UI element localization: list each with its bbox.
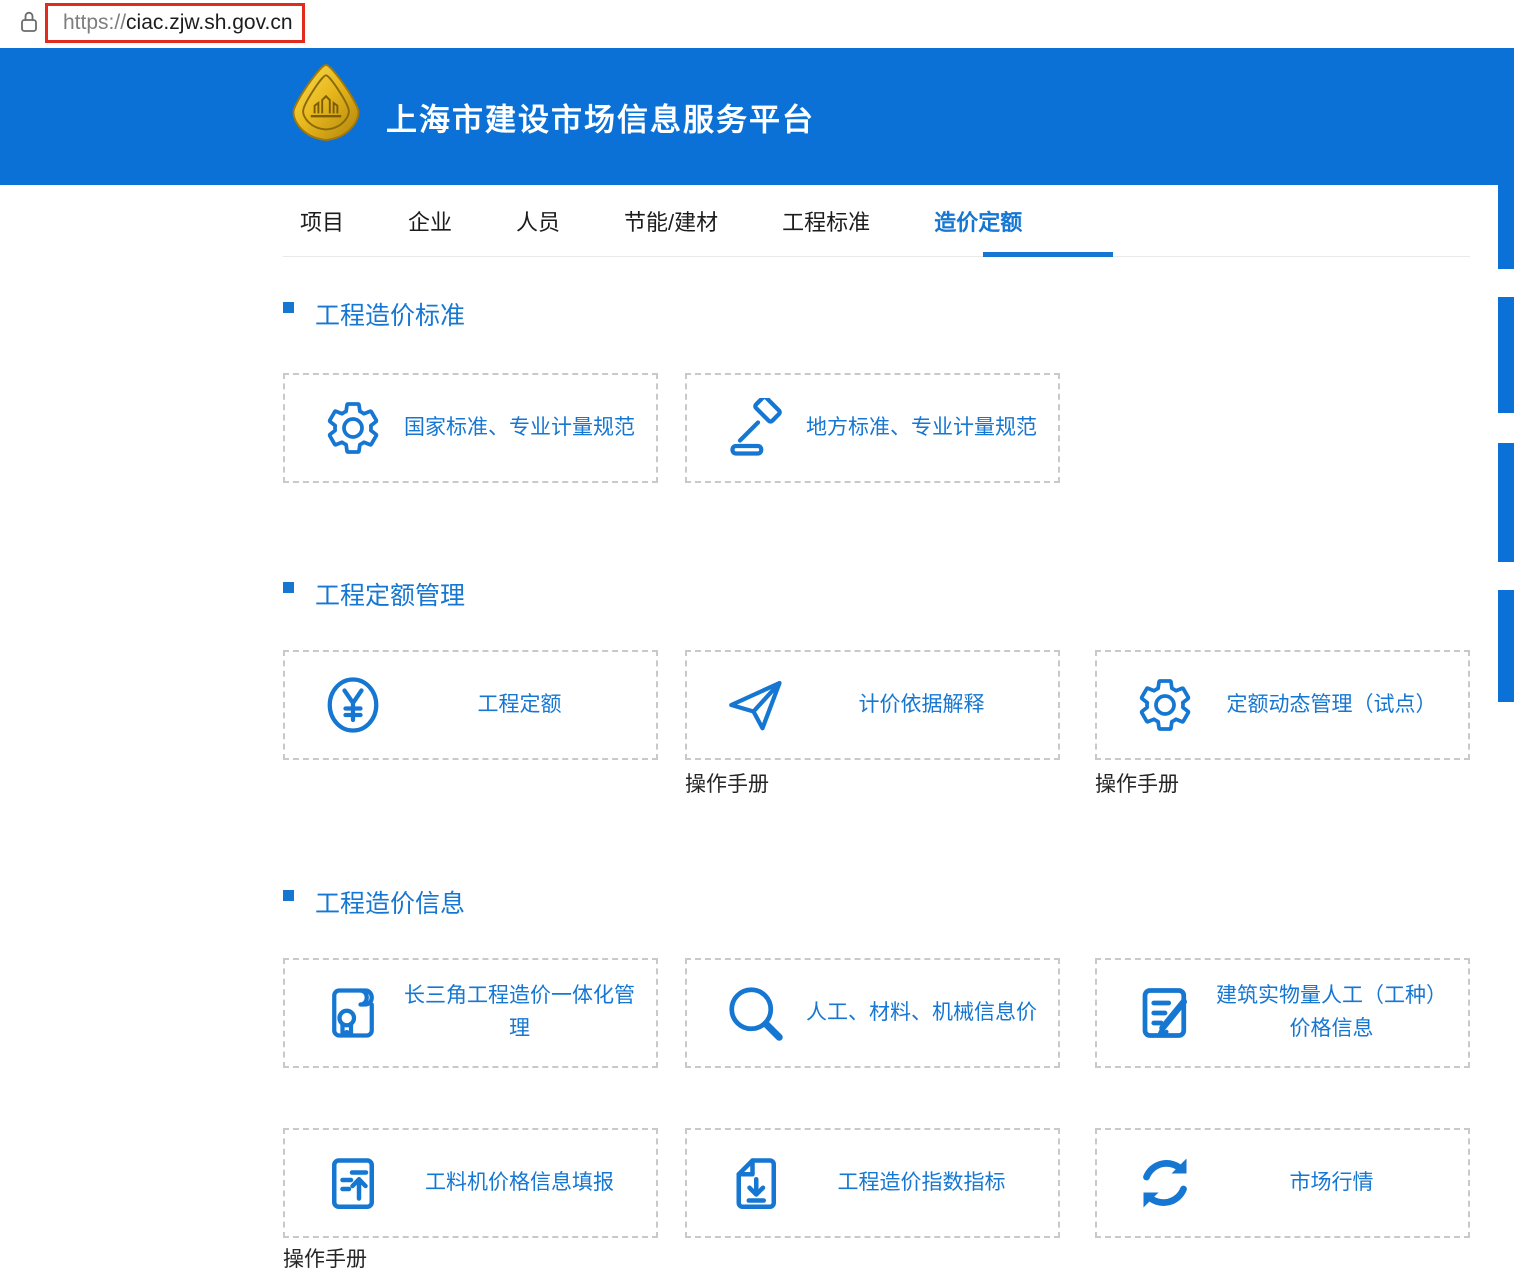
tab-personnel[interactable]: 人员	[516, 205, 560, 237]
card-physical-labor-price-info[interactable]: 建筑实物量人工（工种）价格信息	[1095, 958, 1470, 1068]
card-price-info-filling[interactable]: 工料机价格信息填报	[283, 1128, 658, 1238]
card-label: 建筑实物量人工（工种）价格信息	[1216, 984, 1447, 1040]
side-widget-bar[interactable]	[1498, 443, 1514, 562]
manual-link-pricing-basis[interactable]: 操作手册	[685, 768, 769, 798]
url-scheme: https://	[63, 11, 127, 34]
tab-enterprise[interactable]: 企业	[408, 205, 452, 237]
manual-link-price-filling[interactable]: 操作手册	[283, 1243, 367, 1273]
certificate-icon	[323, 983, 383, 1043]
side-widget-bar[interactable]	[1498, 590, 1514, 702]
card-label: 长三角工程造价一体化管理	[404, 984, 635, 1040]
refresh-icon	[1135, 1153, 1195, 1213]
tab-engineering-standards[interactable]: 工程标准	[782, 205, 870, 237]
section-title-cost-information: 工程造价信息	[315, 890, 466, 918]
card-local-standards[interactable]: 地方标准、专业计量规范	[685, 373, 1060, 483]
tab-cost-quota[interactable]: 造价定额	[934, 205, 1022, 237]
section-title-quota-management: 工程定额管理	[315, 582, 466, 610]
active-tab-underline	[983, 252, 1113, 257]
gavel-icon	[725, 398, 785, 458]
card-label: 工料机价格信息填报	[425, 1170, 614, 1194]
browser-url-bar: https://ciac.zjw.sh.gov.cn	[0, 0, 1514, 48]
paper-plane-icon	[725, 675, 785, 735]
card-label: 市场行情	[1289, 1170, 1374, 1194]
download-document-icon	[725, 1153, 785, 1213]
card-label: 计价依据解释	[858, 692, 985, 716]
gear-icon	[323, 398, 383, 458]
card-label: 人工、材料、机械信息价	[806, 1000, 1037, 1024]
manual-link-dynamic-quota[interactable]: 操作手册	[1095, 768, 1179, 798]
section-bullet	[283, 890, 294, 901]
card-national-standards[interactable]: 国家标准、专业计量规范	[283, 373, 658, 483]
side-widget-bar[interactable]	[1498, 185, 1514, 269]
card-engineering-quota[interactable]: 工程定额	[283, 650, 658, 760]
tab-projects[interactable]: 项目	[300, 205, 344, 237]
site-logo	[288, 63, 364, 145]
url-highlight-box: https://ciac.zjw.sh.gov.cn	[45, 3, 305, 43]
main-nav: 项目 企业 人员 节能/建材 工程标准 造价定额	[300, 185, 1022, 257]
url-input[interactable]: https://ciac.zjw.sh.gov.cn	[63, 11, 293, 35]
tab-energy-materials[interactable]: 节能/建材	[624, 205, 718, 237]
upload-document-icon	[323, 1153, 383, 1213]
card-label: 定额动态管理（试点）	[1226, 692, 1437, 716]
card-cost-index-indicators[interactable]: 工程造价指数指标	[685, 1128, 1060, 1238]
side-widget-bar[interactable]	[1498, 297, 1514, 413]
card-label: 工程造价指数指标	[837, 1170, 1006, 1194]
edit-document-icon	[1135, 983, 1195, 1043]
gear-icon	[1135, 675, 1195, 735]
site-header: 上海市建设市场信息服务平台	[0, 48, 1514, 185]
card-market-quotes[interactable]: 市场行情	[1095, 1128, 1470, 1238]
card-label: 地方标准、专业计量规范	[806, 415, 1037, 439]
card-label: 工程定额	[477, 692, 562, 716]
page: https://ciac.zjw.sh.gov.cn 上海市建设市场信息服务平台…	[0, 0, 1514, 1271]
page-title: 上海市建设市场信息服务平台	[386, 102, 815, 137]
card-dynamic-quota-management[interactable]: 定额动态管理（试点）	[1095, 650, 1470, 760]
card-pricing-basis[interactable]: 计价依据解释	[685, 650, 1060, 760]
search-icon	[725, 983, 785, 1043]
yuan-icon	[323, 675, 383, 735]
card-labor-material-machine-price[interactable]: 人工、材料、机械信息价	[685, 958, 1060, 1068]
section-title-cost-standards: 工程造价标准	[315, 302, 466, 330]
card-yangtze-delta-integration[interactable]: 长三角工程造价一体化管理	[283, 958, 658, 1068]
section-bullet	[283, 582, 294, 593]
card-label: 国家标准、专业计量规范	[404, 415, 635, 439]
tabs-divider	[283, 256, 1470, 257]
section-bullet	[283, 302, 294, 313]
url-host: ciac.zjw.sh.gov.cn	[126, 11, 293, 34]
lock-icon[interactable]	[17, 9, 41, 37]
